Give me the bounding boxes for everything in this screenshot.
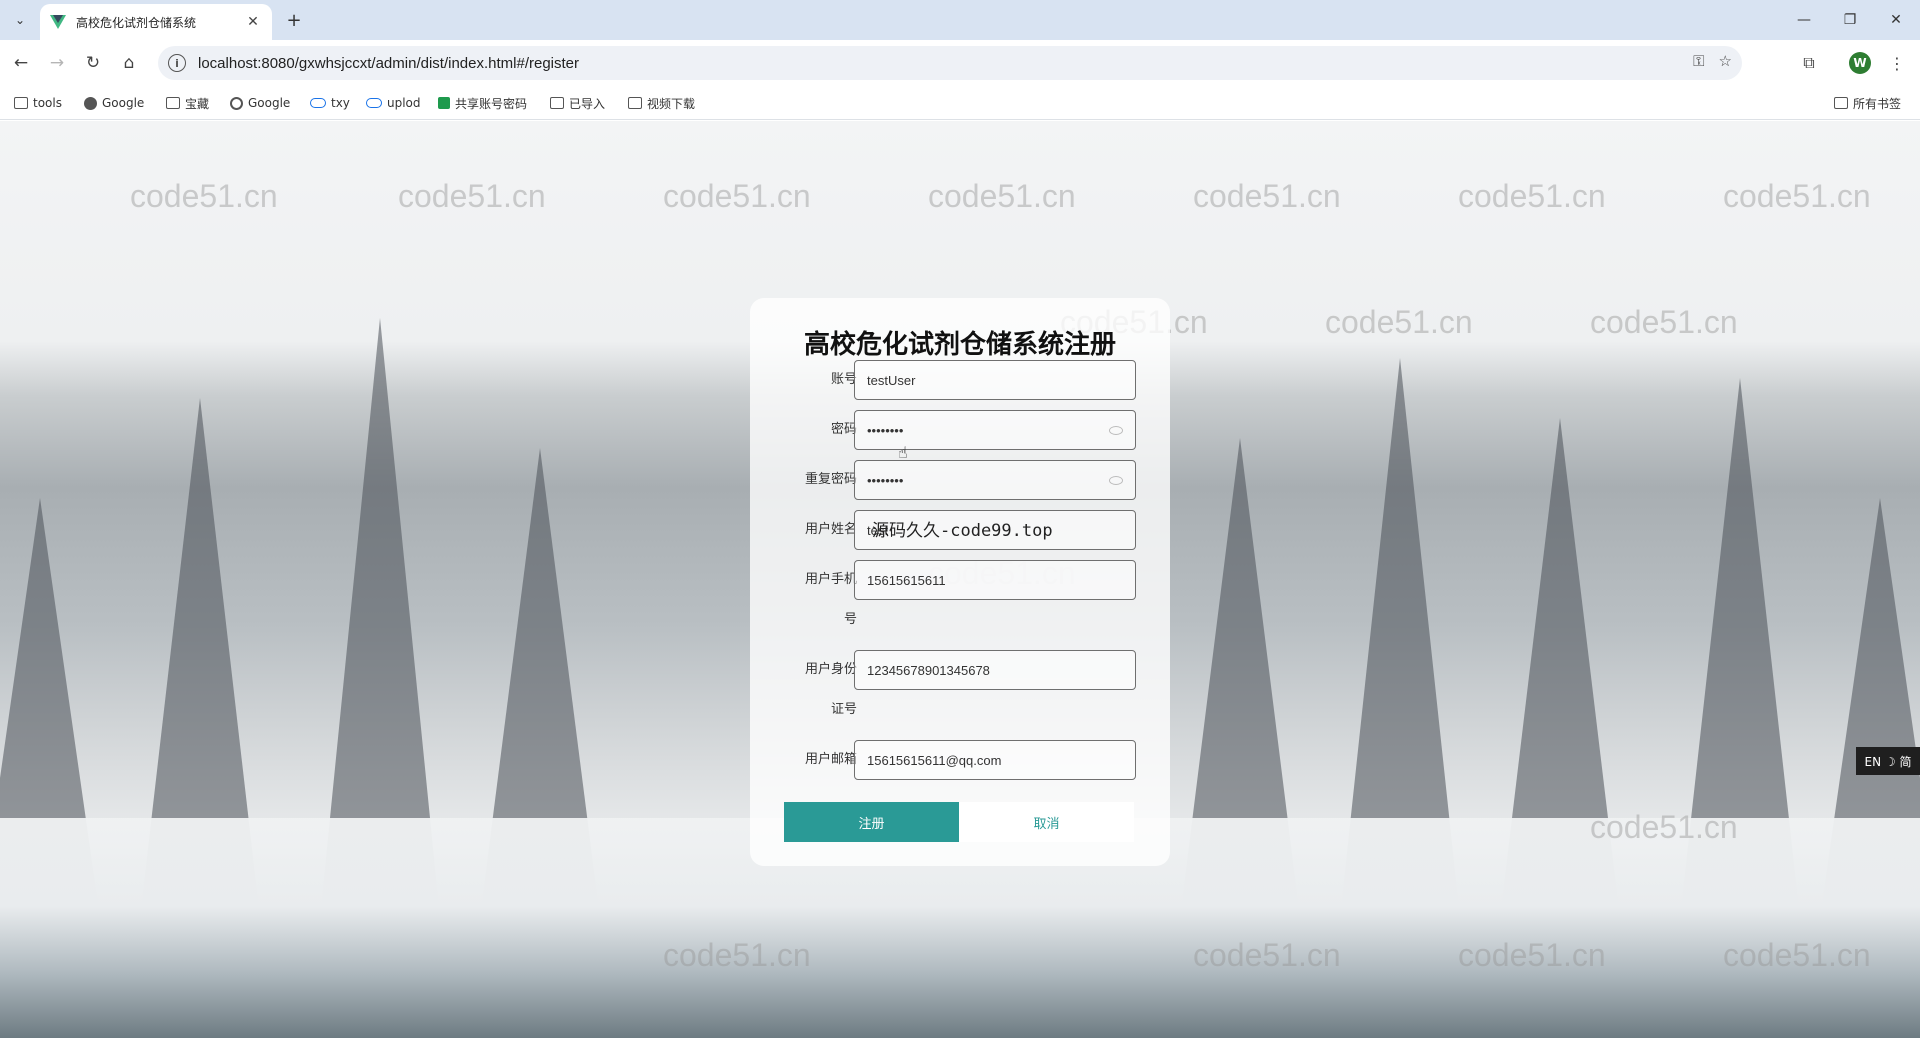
google-g-icon bbox=[230, 96, 243, 110]
register-button[interactable]: 注册 bbox=[784, 802, 959, 842]
repeat-password-input[interactable] bbox=[867, 472, 1109, 488]
watermark: code51.cn bbox=[1723, 937, 1871, 973]
page-title: 高校危化试剂仓储系统注册 bbox=[803, 330, 1116, 360]
bookmark-uplod[interactable]: uplod bbox=[366, 92, 421, 114]
id-card-input[interactable] bbox=[867, 662, 1123, 678]
eye-icon[interactable] bbox=[1109, 475, 1123, 485]
phone-input[interactable] bbox=[867, 572, 1123, 588]
user-name-label: 用户姓名 bbox=[804, 522, 857, 537]
globe-icon bbox=[84, 96, 97, 110]
email-label: 用户邮箱 bbox=[804, 752, 857, 767]
account-label: 账号 bbox=[830, 372, 857, 387]
ime-indicator[interactable]: EN ☽ 简 bbox=[1856, 747, 1920, 775]
register-form: 高校危化试剂仓储系统注册 账号 密码 重复密码 用户姓名 用户手机号 用户身份证… bbox=[750, 298, 1170, 866]
bookmark-txy[interactable]: txy bbox=[310, 92, 350, 114]
repeat-password-field[interactable] bbox=[854, 460, 1136, 500]
url-text[interactable]: localhost:8080/gxwhsjccxt/admin/dist/ind… bbox=[198, 55, 579, 72]
extensions-icon[interactable]: ⧉ bbox=[1796, 50, 1822, 76]
menu-kebab-icon[interactable]: ⋮ bbox=[1884, 50, 1910, 76]
star-icon[interactable]: ☆ bbox=[1719, 52, 1732, 70]
watermark: code51.cn bbox=[663, 937, 811, 973]
bookmarks-bar: tools Google 宝藏 Google txy uplod 共享账号密码 … bbox=[0, 86, 1920, 120]
account-input[interactable] bbox=[867, 372, 1123, 388]
sheet-icon bbox=[438, 97, 450, 109]
email-field[interactable] bbox=[854, 740, 1136, 780]
watermark: code51.cn bbox=[1458, 937, 1606, 973]
address-bar[interactable]: i localhost:8080/gxwhsjccxt/admin/dist/i… bbox=[158, 46, 1742, 80]
folder-icon bbox=[166, 97, 180, 109]
watermark: code51.cn bbox=[130, 178, 278, 214]
watermark: code51.cn bbox=[398, 178, 546, 214]
bookmark-imported[interactable]: 已导入 bbox=[550, 92, 605, 114]
register-page: code51.cn code51.cn code51.cn code51.cn … bbox=[0, 121, 1920, 1038]
cloud-icon bbox=[310, 98, 326, 108]
window-close-icon[interactable]: ✕ bbox=[1874, 6, 1918, 34]
site-info-icon[interactable]: i bbox=[168, 54, 186, 72]
browser-toolbar: ← → ↻ ⌂ i localhost:8080/gxwhsjccxt/admi… bbox=[0, 40, 1920, 86]
watermark: code51.cn bbox=[928, 178, 1076, 214]
tab-list-icon[interactable]: ⌄ bbox=[8, 8, 32, 32]
close-icon[interactable]: ✕ bbox=[244, 14, 262, 30]
bookmark-shared-accounts[interactable]: 共享账号密码 bbox=[438, 92, 527, 114]
password-input[interactable] bbox=[867, 422, 1109, 438]
bookmark-google[interactable]: Google bbox=[84, 92, 144, 114]
reload-icon[interactable]: ↻ bbox=[80, 50, 106, 76]
tab-title: 高校危化试剂仓储系统 bbox=[76, 15, 197, 30]
watermark: code51.cn bbox=[1193, 937, 1341, 973]
account-field[interactable] bbox=[854, 360, 1136, 400]
folder-icon bbox=[550, 97, 564, 109]
cancel-button[interactable]: 取消 bbox=[959, 802, 1134, 842]
watermark: code51.cn bbox=[1590, 809, 1738, 845]
vue-logo-icon bbox=[50, 15, 66, 29]
bookmark-google-2[interactable]: Google bbox=[230, 92, 290, 114]
watermark: code51.cn bbox=[1590, 304, 1738, 340]
bookmark-tools[interactable]: tools bbox=[14, 92, 62, 114]
minimize-icon[interactable]: — bbox=[1782, 6, 1826, 34]
email-input[interactable] bbox=[867, 752, 1123, 768]
password-field[interactable] bbox=[854, 410, 1136, 450]
bookmark-treasure[interactable]: 宝藏 bbox=[166, 92, 209, 114]
tab-bar: ⌄ 高校危化试剂仓储系统 ✕ + — ❐ ✕ bbox=[0, 0, 1920, 40]
bookmark-video-download[interactable]: 视频下载 bbox=[628, 92, 695, 114]
watermark: code51.cn bbox=[1193, 178, 1341, 214]
id-card-field[interactable] bbox=[854, 650, 1136, 690]
all-bookmarks[interactable]: 所有书签 bbox=[1834, 92, 1901, 114]
watermark: code51.cn bbox=[1325, 304, 1473, 340]
forward-arrow-icon[interactable]: → bbox=[44, 50, 70, 76]
overlay-watermark: 源码久久-code99.top bbox=[872, 521, 1053, 541]
restore-icon[interactable]: ❐ bbox=[1828, 6, 1872, 34]
back-arrow-icon[interactable]: ← bbox=[8, 50, 34, 76]
id-card-label: 用户身份证号 bbox=[804, 662, 857, 717]
phone-label: 用户手机号 bbox=[804, 572, 857, 627]
new-tab-button[interactable]: + bbox=[282, 8, 306, 32]
watermark: code51.cn bbox=[663, 178, 811, 214]
home-icon[interactable]: ⌂ bbox=[116, 50, 142, 76]
upload-cloud-icon bbox=[366, 98, 382, 108]
folder-icon bbox=[1834, 97, 1848, 109]
folder-icon bbox=[14, 97, 28, 109]
repeat-password-label: 重复密码 bbox=[804, 472, 857, 487]
password-key-icon[interactable]: ⚿ bbox=[1693, 52, 1704, 70]
watermark: code51.cn bbox=[1723, 178, 1871, 214]
eye-icon[interactable] bbox=[1109, 425, 1123, 435]
watermark: code51.cn bbox=[1458, 178, 1606, 214]
phone-field[interactable] bbox=[854, 560, 1136, 600]
avatar[interactable]: W bbox=[1849, 52, 1871, 74]
password-label: 密码 bbox=[830, 422, 857, 437]
hand-cursor-icon: ☝ bbox=[898, 443, 908, 462]
folder-icon bbox=[628, 97, 642, 109]
active-tab[interactable]: 高校危化试剂仓储系统 ✕ bbox=[40, 4, 272, 40]
